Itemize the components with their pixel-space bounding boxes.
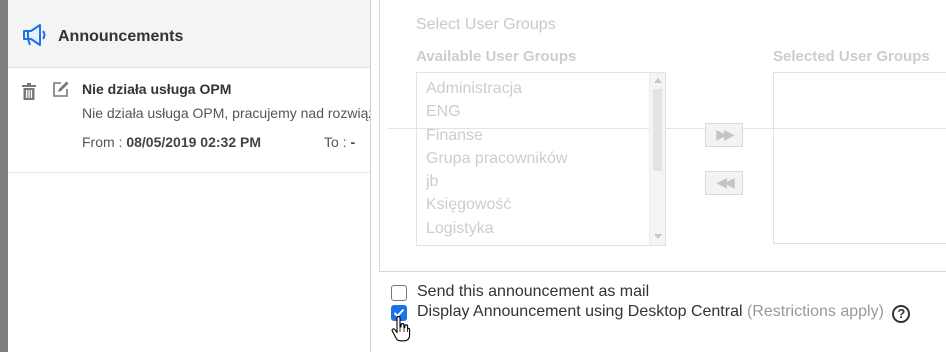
- select-user-groups-title: Select User Groups: [416, 16, 556, 33]
- from-label: From :: [82, 134, 127, 150]
- user-groups-box: Select User Groups Available User Groups…: [379, 0, 946, 272]
- list-item[interactable]: Finanse: [426, 125, 567, 148]
- list-item[interactable]: jb: [426, 171, 567, 194]
- display-announcement-label[interactable]: Display Announcement using Desktop Centr…: [417, 303, 743, 320]
- announcement-description: Nie działa usługa OPM, pracujemy nad roz…: [82, 105, 372, 121]
- announcements-title: Announcements: [58, 28, 184, 45]
- list-item[interactable]: Administracja: [426, 78, 567, 101]
- scroll-thumb[interactable]: [653, 89, 662, 171]
- hand-cursor-icon: [391, 316, 411, 342]
- list-item[interactable]: Grupa pracowników: [426, 148, 567, 171]
- scroll-down-arrow-icon[interactable]: [654, 234, 662, 239]
- display-announcement-label-group: Display Announcement using Desktop Centr…: [417, 303, 911, 323]
- restrictions-note: (Restrictions apply): [746, 303, 884, 320]
- list-item[interactable]: ENG: [426, 101, 567, 124]
- announcement-dates: From : 08/05/2019 02:32 PM To : -: [82, 134, 355, 150]
- to-value: -: [350, 134, 356, 150]
- edit-icon[interactable]: [52, 80, 70, 98]
- available-groups-label: Available User Groups: [416, 48, 577, 65]
- scroll-up-arrow-icon[interactable]: [654, 78, 662, 83]
- announcements-header: Announcements: [8, 0, 372, 68]
- list-item[interactable]: Logistyka: [426, 218, 567, 241]
- left-edge-strip: [0, 0, 8, 352]
- move-left-button[interactable]: ◀◀: [705, 171, 743, 195]
- send-mail-checkbox[interactable]: [391, 285, 407, 301]
- move-right-button[interactable]: ▶▶: [705, 123, 743, 147]
- selected-groups-label: Selected User Groups: [773, 48, 930, 65]
- scrollbar[interactable]: [649, 73, 665, 245]
- to-label: To :: [324, 134, 351, 150]
- announcement-title: Nie działa usługa OPM: [82, 81, 232, 97]
- to-field: To : -: [324, 134, 355, 150]
- send-mail-label[interactable]: Send this announcement as mail: [417, 283, 649, 301]
- help-icon[interactable]: ?: [892, 305, 911, 323]
- trash-icon[interactable]: [22, 83, 36, 100]
- selected-groups-list[interactable]: [773, 72, 946, 244]
- available-groups-list[interactable]: Administracja ENG Finanse Grupa pracowni…: [416, 72, 666, 246]
- announcement-item[interactable]: Nie działa usługa OPM Nie działa usługa …: [8, 69, 372, 173]
- list-item[interactable]: Księgowość: [426, 194, 567, 217]
- announcements-panel: Announcements Nie działa usługa OPM Nie …: [8, 0, 372, 352]
- announcement-dialog: Select User Groups Available User Groups…: [370, 0, 946, 352]
- megaphone-icon: [23, 24, 46, 46]
- from-value: 08/05/2019 02:32 PM: [126, 134, 261, 150]
